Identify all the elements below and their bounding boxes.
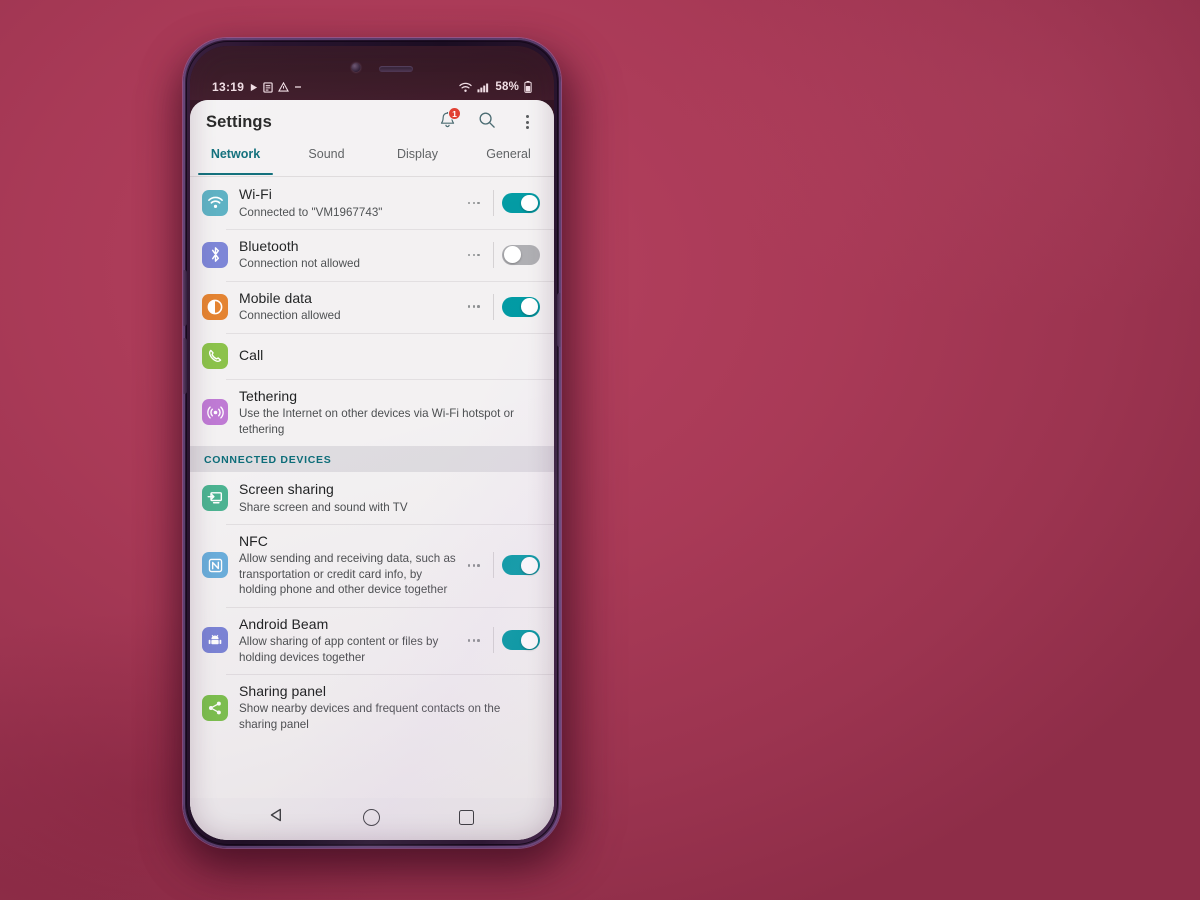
bluetooth-toggle[interactable] bbox=[502, 244, 540, 265]
list-item-subtitle: Use the Internet on other devices via Wi… bbox=[239, 407, 514, 436]
list-item-nfc[interactable]: NFC Allow sending and receiving data, su… bbox=[190, 523, 554, 607]
list-item-subtitle: Share screen and sound with TV bbox=[239, 500, 408, 514]
list-item-title: Android Beam bbox=[239, 615, 329, 632]
android-beam-icon bbox=[202, 627, 228, 654]
phone-screen: 13:19 58% Settings 1 Network Sound Displ… bbox=[190, 46, 554, 840]
screen-sharing-icon bbox=[202, 484, 228, 511]
list-item-mobile-data[interactable]: Mobile data Connection allowed bbox=[190, 280, 554, 333]
settings-app: Settings 1 Network Sound Display General… bbox=[190, 100, 554, 840]
volume-down-button[interactable] bbox=[183, 338, 187, 394]
play-icon bbox=[249, 83, 258, 92]
signal-bars-icon bbox=[477, 82, 490, 93]
mobile-data-icon bbox=[202, 293, 228, 320]
list-item-title: Wi-Fi bbox=[239, 186, 272, 202]
list-item-subtitle: Show nearby devices and frequent contact… bbox=[239, 702, 501, 731]
phone-call-icon bbox=[202, 342, 228, 369]
list-item-title: Mobile data bbox=[239, 289, 312, 306]
list-item-subtitle: Connected to "VM1967743" bbox=[239, 205, 383, 219]
power-button[interactable] bbox=[557, 293, 561, 347]
volume-up-button[interactable] bbox=[183, 270, 187, 326]
list-item-screen-sharing[interactable]: Screen sharing Share screen and sound wi… bbox=[190, 472, 554, 524]
warning-triangle-icon bbox=[278, 82, 290, 92]
notes-icon bbox=[263, 81, 273, 93]
nav-home-button[interactable] bbox=[355, 804, 389, 830]
wifi-toggle[interactable] bbox=[502, 192, 540, 213]
item-menu-button[interactable] bbox=[466, 558, 485, 573]
list-item-bluetooth[interactable]: Bluetooth Connection not allowed bbox=[190, 228, 554, 281]
list-item-subtitle: Allow sending and receiving data, such a… bbox=[239, 552, 456, 597]
status-bar: 13:19 58% bbox=[190, 74, 554, 100]
android-beam-toggle[interactable] bbox=[502, 630, 540, 651]
back-icon bbox=[269, 807, 285, 828]
system-navigation-bar bbox=[190, 798, 554, 840]
list-item-call[interactable]: Call bbox=[190, 332, 554, 379]
list-item-title: Tethering bbox=[239, 387, 298, 404]
list-item-subtitle: Connection not allowed bbox=[239, 257, 360, 271]
list-item-title: NFC bbox=[239, 532, 268, 549]
tab-label: Sound bbox=[308, 147, 345, 161]
list-item-android-beam[interactable]: Android Beam Allow sharing of app conten… bbox=[190, 606, 554, 674]
divider bbox=[493, 189, 494, 216]
notifications-button[interactable]: 1 bbox=[432, 107, 462, 137]
divider bbox=[493, 241, 494, 268]
nfc-icon bbox=[202, 552, 228, 579]
overflow-menu-icon bbox=[525, 115, 529, 129]
nav-recents-button[interactable] bbox=[450, 804, 484, 830]
sharing-panel-icon bbox=[202, 694, 228, 721]
mobile-data-toggle[interactable] bbox=[502, 296, 540, 317]
nav-back-button[interactable] bbox=[260, 804, 294, 830]
item-menu-button[interactable] bbox=[466, 633, 485, 648]
list-item-title: Call bbox=[239, 346, 264, 363]
settings-list[interactable]: Wi-Fi Connected to "VM1967743" Bluetooth… bbox=[190, 177, 554, 798]
home-icon bbox=[363, 808, 381, 826]
page-title: Settings bbox=[206, 112, 272, 131]
list-item-sharing-panel[interactable]: Sharing panel Show nearby devices and fr… bbox=[190, 673, 554, 741]
nfc-toggle[interactable] bbox=[502, 555, 540, 576]
front-camera-icon bbox=[351, 63, 361, 72]
dash-icon bbox=[294, 85, 302, 89]
list-item-subtitle: Connection allowed bbox=[239, 309, 341, 323]
earpiece-speaker bbox=[379, 66, 413, 72]
item-menu-button[interactable] bbox=[466, 196, 485, 211]
wifi-icon bbox=[202, 189, 228, 216]
battery-percent-label: 58% bbox=[495, 81, 519, 93]
list-item-subtitle: Allow sharing of app content or files by… bbox=[239, 635, 439, 664]
tab-bar: Network Sound Display General bbox=[190, 144, 554, 177]
list-item-tethering[interactable]: Tethering Use the Internet on other devi… bbox=[190, 378, 554, 446]
section-header-connected-devices: CONNECTED DEVICES bbox=[190, 446, 554, 473]
status-bar-time: 13:19 bbox=[212, 80, 245, 94]
tab-network[interactable]: Network bbox=[190, 144, 281, 177]
list-item-title: Screen sharing bbox=[239, 481, 334, 498]
list-item-title: Sharing panel bbox=[239, 682, 327, 699]
search-button[interactable] bbox=[472, 107, 502, 137]
overflow-menu-button[interactable] bbox=[512, 107, 542, 137]
recents-icon bbox=[459, 809, 475, 825]
divider bbox=[493, 627, 494, 654]
divider bbox=[493, 552, 494, 579]
wifi-icon bbox=[459, 82, 473, 93]
smartphone-device: 13:19 58% Settings 1 Network Sound Displ… bbox=[183, 38, 561, 848]
tab-label: General bbox=[486, 147, 531, 161]
photo-backdrop bbox=[0, 0, 1200, 900]
item-menu-button[interactable] bbox=[466, 248, 485, 263]
list-item-title: Bluetooth bbox=[239, 237, 299, 254]
divider bbox=[493, 293, 494, 320]
search-icon bbox=[478, 111, 496, 134]
tab-display[interactable]: Display bbox=[372, 144, 463, 177]
action-bar: Settings 1 bbox=[190, 100, 554, 144]
tab-label: Network bbox=[210, 147, 261, 161]
bluetooth-icon bbox=[202, 241, 228, 268]
item-menu-button[interactable] bbox=[466, 299, 485, 314]
tab-sound[interactable]: Sound bbox=[281, 144, 372, 177]
battery-icon bbox=[524, 81, 532, 93]
notification-badge: 1 bbox=[448, 107, 461, 120]
tab-general[interactable]: General bbox=[463, 144, 554, 177]
tab-label: Display bbox=[397, 147, 438, 161]
tethering-hotspot-icon bbox=[202, 399, 228, 426]
list-item-wifi[interactable]: Wi-Fi Connected to "VM1967743" bbox=[190, 177, 554, 229]
